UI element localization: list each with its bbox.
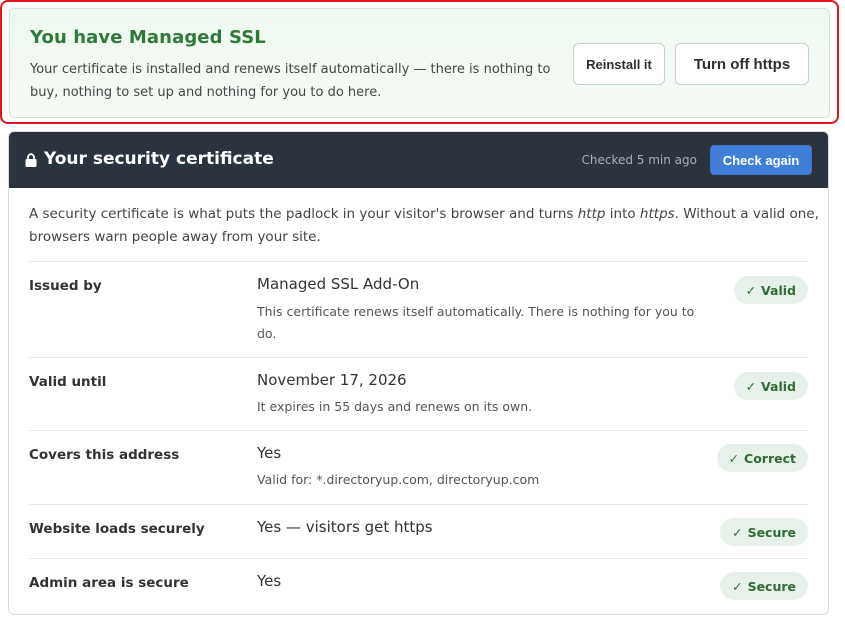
row-value: Yes — visitors get https — [257, 518, 433, 536]
managed-ssl-banner: You have Managed SSL Your certificate is… — [9, 8, 830, 118]
card-title: Your security certificate — [44, 149, 274, 169]
row-note: It expires in 55 days and renews on its … — [257, 399, 533, 414]
banner-title: You have Managed SSL — [30, 27, 266, 48]
card-header: Your security certificate Checked 5 min … — [9, 132, 828, 188]
last-checked-text: Checked 5 min ago — [581, 153, 697, 167]
row-label: Covers this address — [29, 447, 180, 463]
status-badge: ✓ Correct — [716, 444, 808, 472]
intro-text: A security certificate is what puts the … — [29, 206, 819, 245]
row-label: Website loads securely — [29, 521, 205, 537]
check-again-button[interactable]: Check again — [710, 145, 812, 175]
row-covers-address: Covers this address Yes Valid for: *.dir… — [29, 430, 808, 504]
lock-icon — [25, 153, 37, 167]
check-icon: ✓ — [745, 378, 757, 394]
banner-description: Your certificate is installed and renews… — [30, 62, 551, 100]
status-badge: ✓ Secure — [720, 572, 808, 600]
status-badge: ✓ Secure — [720, 518, 808, 546]
http-term: http — [577, 206, 606, 222]
row-value: Yes — [257, 444, 282, 462]
row-label: Valid until — [29, 374, 107, 390]
row-value: November 17, 2026 — [257, 371, 407, 389]
row-value: Yes — [257, 572, 282, 590]
check-icon: ✓ — [732, 578, 743, 594]
status-badge: ✓ Valid — [733, 276, 808, 304]
row-valid-until: Valid until November 17, 2026 It expires… — [29, 357, 808, 430]
row-issued-by: Issued by Managed SSL Add-On This certif… — [29, 261, 808, 357]
check-icon: ✓ — [745, 282, 757, 298]
status-badge: ✓ Valid — [733, 372, 808, 400]
security-certificate-card: Your security certificate Checked 5 min … — [8, 131, 829, 615]
row-label: Issued by — [29, 278, 102, 294]
row-note: Valid for: *.directoryup.com, directoryu… — [257, 472, 540, 487]
row-value: Managed SSL Add-On — [257, 275, 420, 293]
reinstall-button[interactable]: Reinstall it — [573, 43, 665, 85]
row-label: Admin area is secure — [29, 575, 189, 591]
turn-off-https-button[interactable]: Turn off https — [675, 43, 809, 85]
check-icon: ✓ — [728, 450, 740, 466]
https-term: https — [639, 206, 675, 222]
check-icon: ✓ — [732, 524, 743, 540]
row-admin-secure: Admin area is secure Yes ✓ Secure — [29, 558, 808, 614]
row-loads-securely: Website loads securely Yes — visitors ge… — [29, 504, 808, 558]
row-note: This certificate renews itself automatic… — [257, 304, 695, 341]
